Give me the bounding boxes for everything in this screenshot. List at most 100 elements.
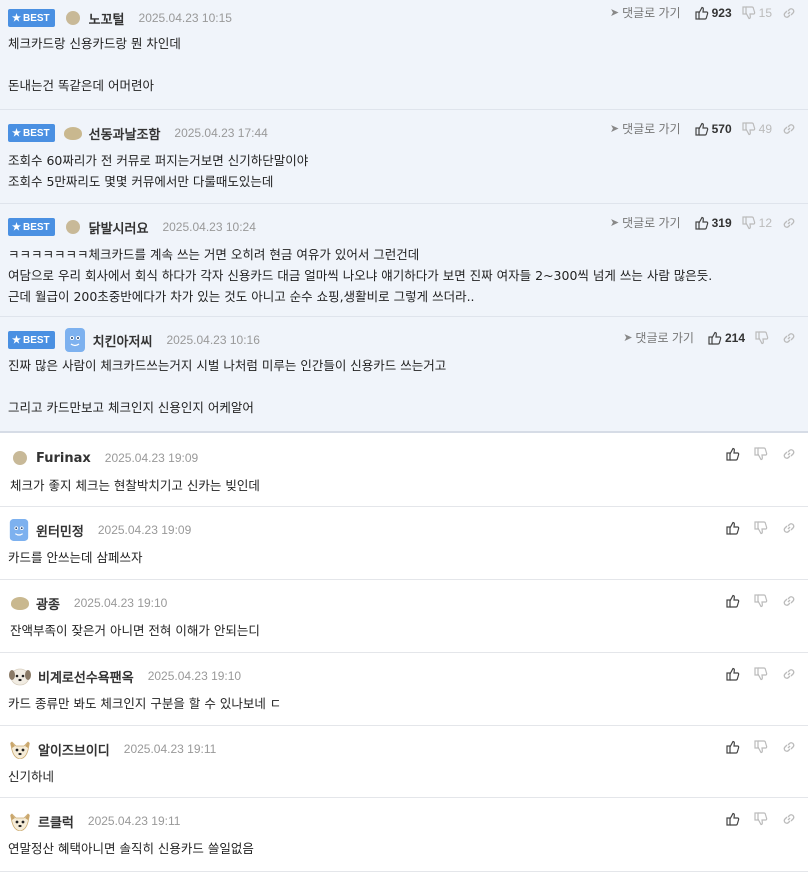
- beige-blob-avatar[interactable]: [10, 448, 30, 468]
- best-badge-label: BEST: [22, 12, 50, 24]
- comment-date: 2025.04.23 10:15: [138, 11, 232, 25]
- thumbs-up-icon[interactable]: [726, 812, 740, 826]
- comment-date: 2025.04.23 19:11: [87, 814, 181, 828]
- blue-character-avatar[interactable]: [8, 518, 30, 542]
- comment-text: 조회수 60짜리가 전 커뮤로 퍼지는거보면 신기하단말이야 조회수 5만짜리도…: [8, 153, 309, 189]
- comment-nickname[interactable]: 광종: [36, 594, 60, 613]
- comment-text: 카드 종류만 봐도 체크인지 구분을 할 수 있나보네 ㄷ: [8, 696, 282, 711]
- comment-date: 2025.04.23 19:09: [97, 523, 192, 537]
- comment-actions: ➤ 댓글로 가기 319 12: [610, 214, 796, 231]
- thumbs-up-icon[interactable]: [726, 447, 740, 461]
- reply-link[interactable]: ➤ 댓글로 가기: [610, 214, 681, 231]
- thumbs-down-icon: [742, 5, 756, 20]
- beige-blob-avatar[interactable]: [63, 123, 83, 143]
- link-icon[interactable]: [782, 521, 796, 535]
- thumbs-down-icon[interactable]: [754, 521, 768, 535]
- comment-date: 2025.04.23 19:10: [147, 669, 242, 683]
- comment-actions: [726, 594, 796, 608]
- upvote-button[interactable]: 214: [708, 331, 745, 345]
- comment-text: 체크카드랑 신용카드랑 뭔 차인데 돈내는건 똑같은데 어머련아: [8, 36, 181, 93]
- thumbs-up-icon: [695, 216, 709, 230]
- comment-text: ㅋㅋㅋㅋㅋㅋㅋ체크카드를 계속 쓰는 거면 오히려 현금 여유가 있어서 그런건…: [8, 247, 713, 304]
- dog-avatar[interactable]: [8, 666, 32, 686]
- best-badge: ★ BEST: [8, 9, 55, 27]
- link-icon[interactable]: [782, 740, 796, 754]
- comment-actions: [726, 447, 796, 461]
- comment-actions: [726, 740, 796, 754]
- thumbs-down-icon[interactable]: [754, 812, 768, 826]
- comment-date: 2025.04.23 10:24: [162, 220, 256, 234]
- best-badge: ★ BEST: [8, 331, 55, 349]
- thumbs-down-icon[interactable]: [754, 667, 768, 681]
- reply-arrow-icon: ➤: [609, 7, 620, 19]
- downvote-button[interactable]: 49: [742, 122, 772, 136]
- reply-arrow-icon: ➤: [609, 123, 620, 135]
- link-icon[interactable]: [782, 122, 796, 136]
- comment-text: 진짜 많은 사람이 체크카드쓰는거지 시벌 나처럼 미루는 인간들이 신용카드 …: [8, 358, 447, 415]
- blue-character-avatar[interactable]: [63, 327, 87, 353]
- downvote-button[interactable]: [755, 330, 772, 345]
- reply-arrow-icon: ➤: [609, 217, 620, 229]
- upvote-button[interactable]: 570: [695, 122, 732, 136]
- comment-date: 2025.04.23 19:10: [73, 596, 168, 610]
- comment-date: 2025.04.23 10:16: [166, 333, 260, 347]
- best-badge: ★ BEST: [8, 124, 55, 142]
- comment-nickname[interactable]: 르클럭: [38, 812, 74, 831]
- thumbs-down-icon: [755, 330, 769, 345]
- comment-nickname[interactable]: 윈터민정: [36, 521, 84, 540]
- thumbs-up-icon: [708, 331, 722, 345]
- downvote-button[interactable]: 12: [742, 216, 772, 230]
- dog-avatar[interactable]: [8, 739, 32, 759]
- thumbs-up-icon[interactable]: [726, 521, 740, 535]
- link-icon[interactable]: [782, 6, 796, 20]
- comment-nickname[interactable]: 닭발시러요: [89, 218, 149, 237]
- comment-nickname[interactable]: 노꼬털: [89, 9, 125, 28]
- thumbs-down-icon[interactable]: [754, 594, 768, 608]
- thumbs-up-icon[interactable]: [726, 667, 740, 681]
- thumbs-up-icon: [695, 122, 709, 136]
- thumbs-down-icon[interactable]: [754, 447, 768, 461]
- comment-nickname[interactable]: 알이즈브이디: [38, 740, 110, 759]
- comment-actions: [726, 521, 796, 535]
- upvote-button[interactable]: 319: [695, 216, 732, 230]
- comment-actions: ➤ 댓글로 가기 214: [623, 329, 796, 346]
- comment-nickname[interactable]: Furinax: [36, 451, 91, 466]
- comment-nickname[interactable]: 치킨아저씨: [93, 331, 153, 350]
- beige-blob-avatar[interactable]: [63, 8, 83, 28]
- comment-item: 비계로선수욕팬옥 2025.04.23 19:10 카드 종류만 봐도 체크인지…: [0, 653, 808, 726]
- beige-blob-avatar[interactable]: [63, 217, 83, 237]
- thumbs-up-icon: [695, 6, 709, 20]
- thumbs-down-icon: [742, 215, 756, 230]
- thumbs-down-icon: [742, 121, 756, 136]
- comment-nickname[interactable]: 선동과날조함: [89, 124, 161, 143]
- dog-avatar[interactable]: [8, 811, 32, 831]
- link-icon[interactable]: [782, 216, 796, 230]
- link-icon[interactable]: [782, 594, 796, 608]
- upvote-button[interactable]: 923: [695, 6, 732, 20]
- beige-blob-avatar[interactable]: [10, 593, 30, 613]
- best-comment: ★ BEST 닭발시러요 2025.04.23 10:24 ➤ 댓글로 가기 319…: [0, 204, 808, 317]
- comment-text: 신기하네: [8, 769, 55, 784]
- reply-link[interactable]: ➤ 댓글로 가기: [610, 4, 681, 21]
- comment-actions: [726, 812, 796, 826]
- reply-link[interactable]: ➤ 댓글로 가기: [623, 329, 694, 346]
- comment-item: 광종 2025.04.23 19:10 잔액부족이 잦은거 아니면 전혀 이해가…: [0, 580, 808, 653]
- comment-actions: ➤ 댓글로 가기 570 49: [610, 120, 796, 137]
- reply-link[interactable]: ➤ 댓글로 가기: [610, 120, 681, 137]
- comment-nickname[interactable]: 비계로선수욕팬옥: [38, 667, 134, 686]
- thumbs-up-icon[interactable]: [726, 594, 740, 608]
- link-icon[interactable]: [782, 331, 796, 345]
- thumbs-up-icon[interactable]: [726, 740, 740, 754]
- downvote-button[interactable]: 15: [742, 6, 772, 20]
- link-icon[interactable]: [782, 447, 796, 461]
- link-icon[interactable]: [782, 812, 796, 826]
- comment-actions: ➤ 댓글로 가기 923 15: [610, 4, 796, 21]
- comment-text: 잔액부족이 잦은거 아니면 전혀 이해가 안되는디: [10, 623, 260, 638]
- comment-item: 윈터민정 2025.04.23 19:09 카드를 안쓰는데 삼페쓰자: [0, 507, 808, 580]
- star-icon: ★: [12, 12, 21, 24]
- star-icon: ★: [12, 127, 21, 139]
- link-icon[interactable]: [782, 667, 796, 681]
- thumbs-down-icon[interactable]: [754, 740, 768, 754]
- comment-text: 연말정산 혜택아니면 솔직히 신용카드 쓸일없음: [8, 841, 254, 856]
- comment-text: 카드를 안쓰는데 삼페쓰자: [8, 550, 143, 565]
